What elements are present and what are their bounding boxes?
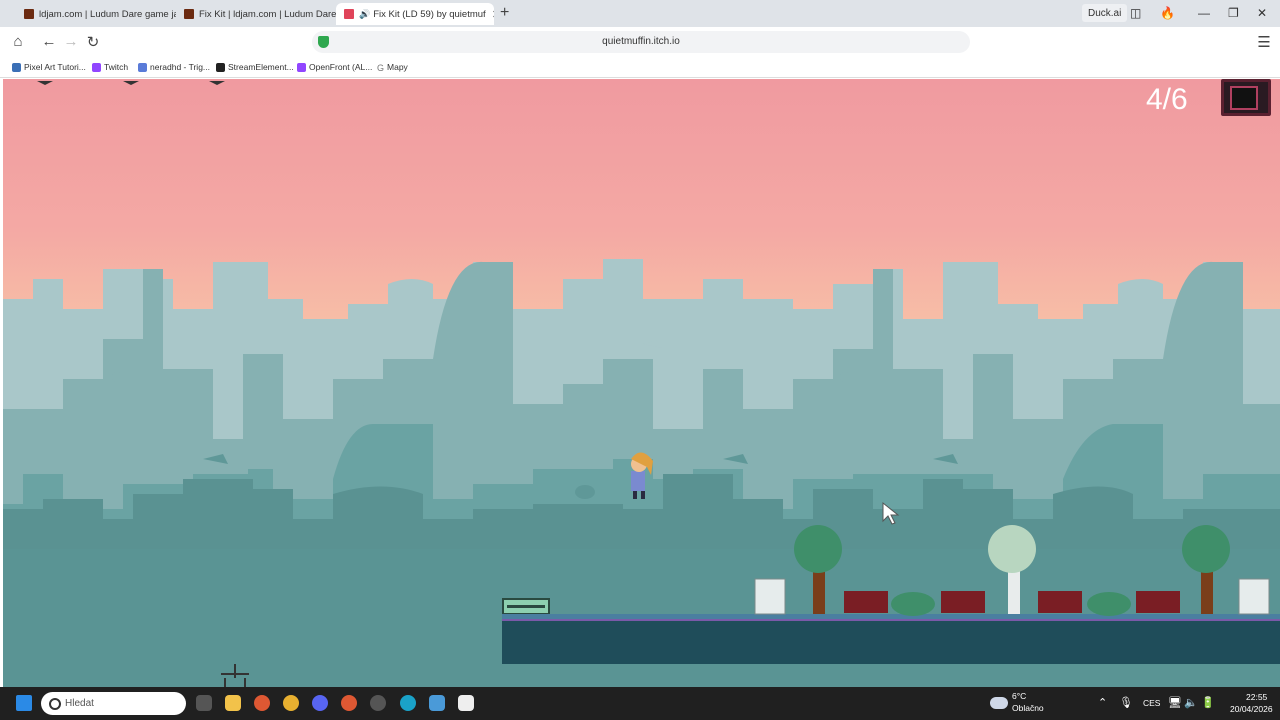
back-icon[interactable]: ←	[39, 33, 59, 50]
chevron-up-icon[interactable]: ⌃	[1098, 696, 1107, 709]
tv-menu-icon[interactable]	[1221, 79, 1271, 116]
ldjam-favicon-icon	[24, 9, 34, 19]
itch-favicon-icon	[344, 9, 354, 19]
google-icon: G	[377, 62, 385, 73]
bookmarks-bar: Pixel Art Tutori... Twitch neradhd - Tri…	[0, 58, 1280, 78]
clock-time[interactable]: 22:55	[1246, 692, 1267, 702]
browser-tab-bar: ldjam.com | Ludum Dare game jam Fix Kit …	[0, 0, 1280, 27]
shield-icon	[318, 36, 329, 48]
tab-title: Fix Kit | ldjam.com | Ludum Dare g	[199, 8, 336, 20]
twitch-icon	[92, 62, 101, 72]
tab-title: Fix Kit (LD 59) by quietmuf	[373, 8, 486, 20]
ground-platform	[502, 614, 1280, 664]
bookmark-neradhd[interactable]: neradhd - Trig...	[138, 62, 210, 72]
battery-icon[interactable]: 🔋	[1201, 696, 1215, 709]
sidebar-toggle-icon[interactable]: ◫	[1130, 4, 1141, 22]
url-field[interactable]: quietmuffin.itch.io	[312, 31, 970, 53]
fire-icon[interactable]: 🔥	[1160, 4, 1175, 22]
notepad-icon[interactable]	[429, 695, 445, 711]
microphone-icon[interactable]: 🎙	[1119, 696, 1133, 709]
city-skyline-background	[3, 81, 1280, 687]
close-tab-icon[interactable]: ✕	[486, 8, 494, 21]
streamelements-icon	[216, 62, 225, 72]
speaker-icon: 🔊	[359, 8, 371, 19]
close-window-icon[interactable]: ✕	[1257, 4, 1267, 22]
app-icon[interactable]	[458, 695, 474, 711]
weather-temp[interactable]: 6°C	[1012, 691, 1026, 701]
edge-icon[interactable]	[400, 695, 416, 711]
discord-icon[interactable]	[312, 695, 328, 711]
ldjam-favicon-icon	[184, 9, 194, 19]
duckduckgo-icon[interactable]	[254, 695, 270, 711]
bookmark-icon	[138, 62, 147, 72]
windows-start-icon[interactable]	[16, 695, 32, 711]
maximize-icon[interactable]: ❐	[1228, 4, 1239, 22]
new-tab-button[interactable]: +	[500, 4, 509, 22]
tab-title: ldjam.com | Ludum Dare game jam	[39, 8, 176, 20]
network-icon[interactable]: 🖥	[1168, 696, 1182, 709]
file-explorer-icon[interactable]	[225, 695, 241, 711]
twitch-icon	[297, 62, 306, 72]
duckduckgo-active-icon[interactable]	[341, 695, 357, 711]
bookmark-icon	[12, 62, 21, 72]
windows-taskbar: Hledat 6°C Oblačno ⌃ 🎙 CES 🖥 🔈 🔋 22:55 2…	[0, 687, 1280, 720]
bookmark-streamelements[interactable]: StreamElement...	[216, 62, 294, 72]
tab-fix-kit-ldjam[interactable]: Fix Kit | ldjam.com | Ludum Dare g	[176, 3, 336, 25]
forward-icon[interactable]: →	[61, 33, 81, 50]
cloud-icon	[990, 697, 1008, 709]
home-icon[interactable]: ⌂	[8, 33, 28, 50]
bookmark-mapy[interactable]: G Mapy	[377, 62, 408, 73]
address-bar-row: ⌂ ← → ↻ quietmuffin.itch.io ☰	[0, 27, 1280, 58]
taskbar-search[interactable]: Hledat	[41, 692, 186, 715]
top-edge-props	[37, 81, 225, 85]
tab-fix-kit-itch[interactable]: 🔊 Fix Kit (LD 59) by quietmuf ✕	[336, 3, 494, 25]
volume-icon[interactable]: 🔈	[1184, 696, 1198, 709]
bookmark-pixel-art[interactable]: Pixel Art Tutori...	[12, 62, 86, 72]
weather-desc[interactable]: Oblačno	[1012, 703, 1044, 713]
chrome-icon[interactable]	[283, 695, 299, 711]
reload-icon[interactable]: ↻	[83, 33, 103, 51]
menu-icon[interactable]: ☰	[1254, 33, 1274, 51]
url-text: quietmuffin.itch.io	[602, 36, 680, 47]
clock-date[interactable]: 20/04/2026	[1230, 704, 1273, 714]
bookmark-openfront[interactable]: OpenFront (AL...	[297, 62, 372, 72]
language-indicator[interactable]: CES	[1143, 698, 1160, 708]
minimize-icon[interactable]: —	[1198, 4, 1210, 22]
tab-ldjam[interactable]: ldjam.com | Ludum Dare game jam	[16, 3, 176, 25]
bookmark-twitch[interactable]: Twitch	[92, 62, 128, 72]
level-progress-counter: 4/6	[1146, 83, 1188, 116]
small-block-platform	[502, 598, 550, 615]
app-icon[interactable]	[370, 695, 386, 711]
game-canvas[interactable]: 4/6	[3, 79, 1280, 687]
task-view-icon[interactable]	[196, 695, 212, 711]
duck-ai-button[interactable]: Duck.ai	[1082, 4, 1128, 22]
